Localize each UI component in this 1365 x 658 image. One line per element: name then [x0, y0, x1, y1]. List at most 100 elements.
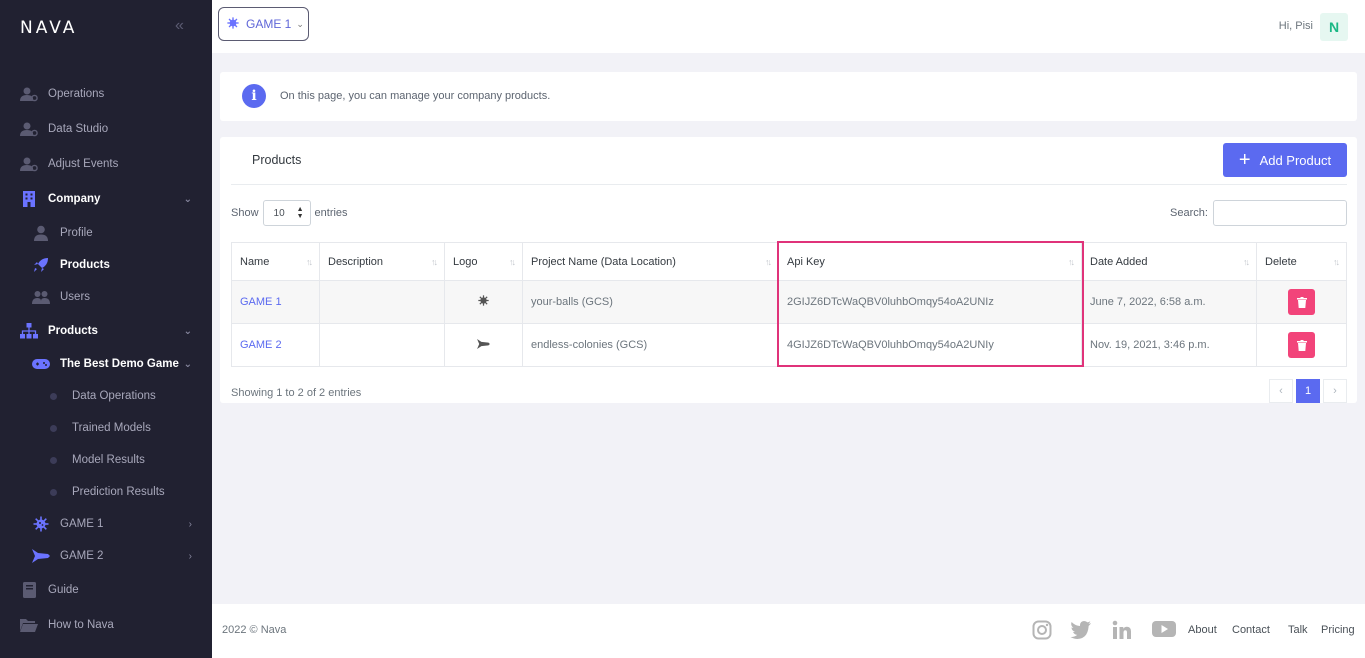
column-header-name[interactable]: Name ↑↓	[231, 242, 320, 281]
entries-label: entries	[314, 207, 348, 219]
sidebar-item-game-2[interactable]: GAME 2 ›	[0, 541, 212, 571]
sidebar-item-model-results[interactable]: Model Results	[0, 445, 212, 475]
info-text: On this page, you can manage your compan…	[280, 90, 551, 102]
delete-cell	[1256, 323, 1347, 367]
sidebar-item-the-best-demo-game[interactable]: The Best Demo Game ⌄	[0, 349, 212, 379]
delete-button[interactable]	[1288, 289, 1315, 315]
add-product-button[interactable]: + Add Product	[1223, 143, 1347, 177]
chevron-down-icon: ⌄	[183, 193, 192, 205]
avatar[interactable]: N	[1320, 13, 1348, 41]
sidebar-item-game-1[interactable]: GAME 1 ›	[0, 509, 212, 539]
sidebar-item-trained-models[interactable]: Trained Models	[0, 413, 212, 443]
show-label: Show	[231, 207, 259, 219]
sidebar-item-prediction-results[interactable]: Prediction Results	[0, 477, 212, 507]
header-label: Api Key	[787, 255, 825, 268]
prev-page-button[interactable]: ‹	[1269, 379, 1293, 403]
user-icon	[32, 225, 50, 241]
sidebar-item-operations[interactable]: Operations	[0, 79, 212, 109]
header-label: Delete	[1265, 255, 1297, 268]
sort-icon: ↑↓	[1333, 257, 1340, 267]
virus-icon	[227, 16, 239, 32]
product-description	[319, 280, 445, 324]
youtube-icon[interactable]	[1152, 620, 1176, 642]
folder-open-icon	[20, 617, 38, 633]
sidebar-item-label: Operations	[48, 88, 105, 100]
sidebar-item-data-operations[interactable]: Data Operations	[0, 381, 212, 411]
gamepad-icon	[32, 356, 50, 372]
page-button[interactable]: 1	[1296, 379, 1320, 403]
twitter-icon[interactable]	[1070, 620, 1092, 642]
search-input[interactable]	[1213, 200, 1347, 226]
game-selector[interactable]: GAME 1 ⌄	[218, 7, 309, 41]
sidebar: NAVA « Operations Data Studio Adjust Eve…	[0, 0, 212, 658]
product-name[interactable]: GAME 1	[240, 296, 282, 308]
sidebar-item-label: Prediction Results	[72, 486, 165, 498]
chevron-down-icon: ⌄	[183, 325, 192, 337]
sidebar-item-company[interactable]: Company ⌄	[0, 184, 212, 214]
page-length-select[interactable]: 10 ▲ ▼	[262, 200, 311, 226]
sidebar-item-how-to-nava[interactable]: How to Nava	[0, 610, 212, 640]
footer: 2022 © Nava About Contact Talk Pricing	[212, 604, 1365, 658]
sidebar-item-label: The Best Demo Game	[60, 358, 179, 370]
products-table: Name ↑↓ Description ↑↓ Logo ↑↓ Project Name…	[231, 242, 1347, 367]
header-label: Name	[240, 255, 270, 268]
sort-icon: ↑↓	[1068, 257, 1075, 267]
copyright: 2022 © Nava	[222, 624, 287, 636]
product-name-link[interactable]: GAME 2	[231, 323, 320, 367]
sidebar-item-label: Model Results	[72, 454, 145, 466]
trash-icon	[1296, 296, 1307, 308]
footer-link-contact[interactable]: Contact	[1232, 624, 1270, 636]
sidebar-item-label: Products	[60, 259, 110, 271]
footer-link-pricing[interactable]: Pricing	[1321, 624, 1355, 636]
sidebar-item-profile[interactable]: Profile	[0, 218, 212, 248]
column-header-delete[interactable]: Delete ↑↓	[1256, 242, 1347, 281]
header-label: Description	[328, 255, 384, 268]
column-header-logo[interactable]: Logo ↑↓	[444, 242, 523, 281]
collapse-sidebar-icon[interactable]: «	[175, 17, 184, 35]
sitemap-icon	[20, 323, 38, 339]
sidebar-item-label: Trained Models	[72, 422, 151, 434]
linkedin-icon[interactable]	[1112, 620, 1134, 642]
sidebar-item-products[interactable]: Products ⌄	[0, 316, 212, 346]
product-name-link[interactable]: GAME 1	[231, 280, 320, 324]
products-card: Products + Add Product Show 10 ▲ ▼ entrie…	[220, 137, 1357, 403]
pagination: ‹ 1 ›	[1269, 379, 1347, 403]
search-label: Search:	[1170, 207, 1208, 219]
product-api-key: 4GIJZ6DTcWaQBV0luhbOmqy54oA2UNIy	[778, 323, 1082, 367]
sidebar-item-guide[interactable]: Guide	[0, 575, 212, 605]
sort-icon: ↑↓	[509, 257, 516, 267]
spaceship-icon	[477, 338, 490, 352]
add-product-label: Add Product	[1259, 152, 1332, 168]
column-header-date-added[interactable]: Date Added ↑↓	[1081, 242, 1257, 281]
product-project: endless-colonies (GCS)	[522, 323, 779, 367]
sidebar-item-users[interactable]: Users	[0, 282, 212, 312]
sort-icon: ↑↓	[431, 257, 438, 267]
sidebar-item-data-studio[interactable]: Data Studio	[0, 114, 212, 144]
sidebar-item-adjust-events[interactable]: Adjust Events	[0, 149, 212, 179]
product-api-key: 2GIJZ6DTcWaQBV0luhbOmqy54oA2UNIz	[778, 280, 1082, 324]
sidebar-item-products-company[interactable]: Products	[0, 250, 212, 280]
column-header-description[interactable]: Description ↑↓	[319, 242, 445, 281]
sort-icon: ↑↓	[1243, 257, 1250, 267]
footer-link-about[interactable]: About	[1188, 624, 1217, 636]
next-page-button[interactable]: ›	[1323, 379, 1347, 403]
column-header-project-name[interactable]: Project Name (Data Location) ↑↓	[522, 242, 779, 281]
bullet-dot-icon	[44, 452, 62, 468]
product-name[interactable]: GAME 2	[240, 339, 282, 351]
sidebar-item-label: Users	[60, 291, 91, 303]
instagram-icon[interactable]	[1032, 620, 1054, 642]
spaceship-icon	[32, 548, 50, 564]
brand-logo[interactable]: NAVA	[20, 18, 77, 38]
trash-icon	[1296, 339, 1307, 351]
divider	[231, 184, 1347, 185]
footer-link-talk[interactable]: Talk	[1288, 624, 1308, 636]
product-date: Nov. 19, 2021, 3:46 p.m.	[1081, 323, 1257, 367]
user-gear-icon	[20, 86, 38, 102]
column-header-api-key[interactable]: Api Key ↑↓	[778, 242, 1082, 281]
product-date: June 7, 2022, 6:58 a.m.	[1081, 280, 1257, 324]
sidebar-item-label: GAME 2	[60, 550, 104, 562]
delete-button[interactable]	[1288, 332, 1315, 358]
table-info: Showing 1 to 2 of 2 entries	[231, 387, 362, 399]
bullet-dot-icon	[44, 388, 62, 404]
sort-icon: ↑↓	[765, 257, 772, 267]
